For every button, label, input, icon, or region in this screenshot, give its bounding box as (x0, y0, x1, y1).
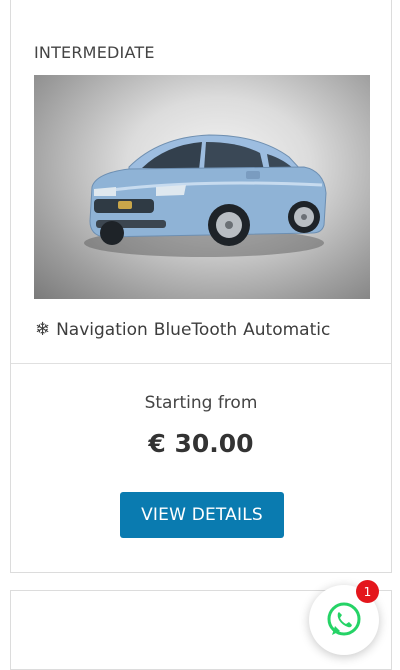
card-divider (11, 363, 391, 364)
car-listing-card: INTERMEDIATE ❄ Navigation BlueTooth Auto… (10, 0, 392, 573)
whatsapp-icon (327, 602, 361, 636)
feature-navigation: Navigation (56, 319, 148, 340)
view-details-button[interactable]: VIEW DETAILS (120, 492, 284, 538)
starting-from-label: Starting from (144, 393, 258, 413)
car-category-label: INTERMEDIATE (34, 43, 155, 62)
snowflake-icon: ❄ (35, 319, 51, 340)
feature-automatic: Automatic (243, 319, 331, 340)
car-image[interactable] (34, 75, 370, 299)
car-illustration (84, 134, 327, 257)
price-value: € 30.00 (148, 429, 254, 458)
car-features: ❄ Navigation BlueTooth Automatic (35, 319, 336, 340)
feature-bluetooth: BlueTooth (153, 319, 238, 340)
notification-badge: 1 (356, 580, 379, 603)
